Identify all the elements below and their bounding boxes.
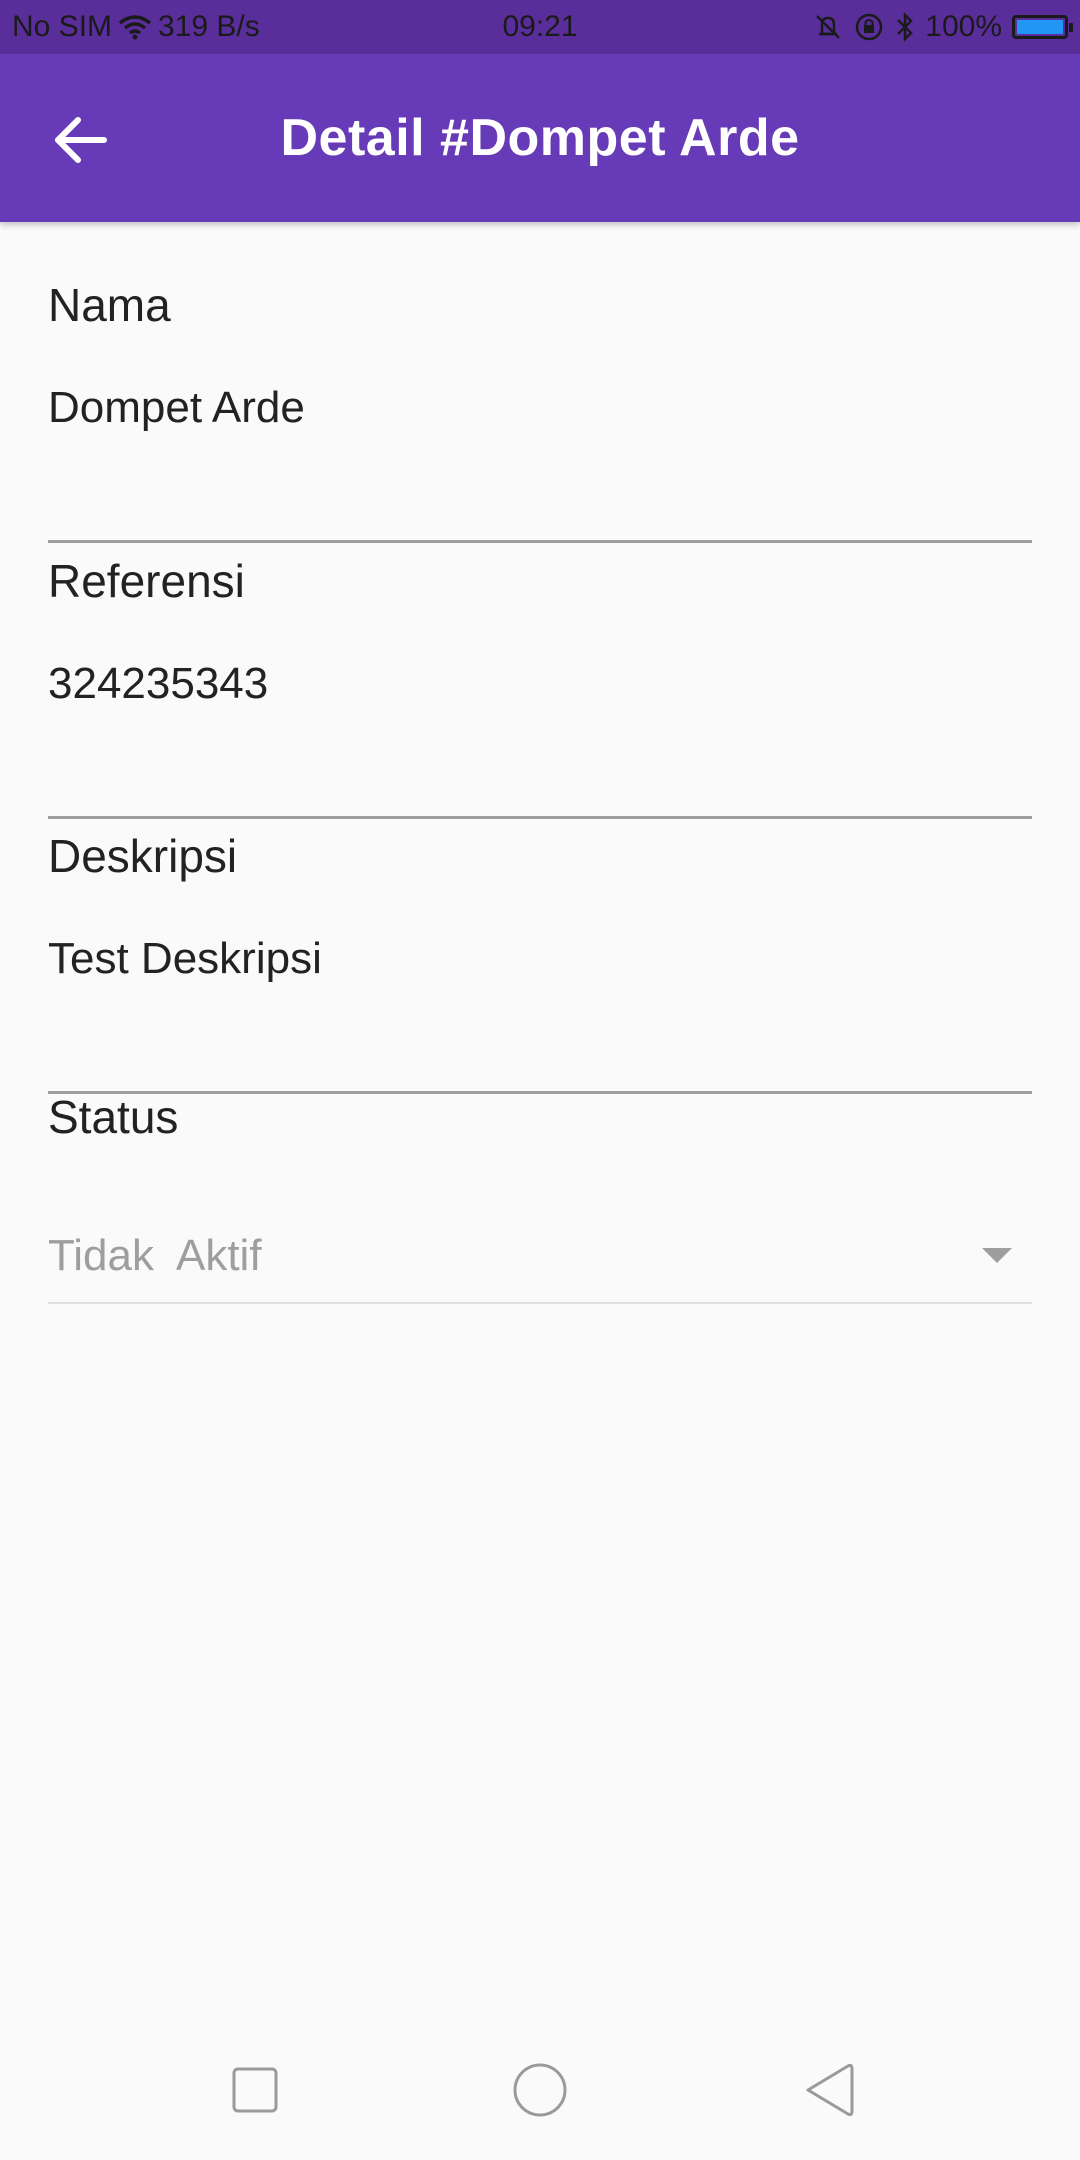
referensi-input[interactable]: 324235343 <box>48 662 268 706</box>
status-selected-value: Tidak Aktif <box>48 1231 262 1280</box>
home-button[interactable] <box>500 2050 580 2130</box>
deskripsi-label: Deskripsi <box>48 830 238 882</box>
back-triangle-icon <box>806 2063 854 2117</box>
status-underline <box>48 1302 1032 1304</box>
app-bar: Detail #Dompet Arde <box>0 54 1080 222</box>
battery-icon <box>1012 15 1073 39</box>
status-right: 100% <box>813 0 1073 54</box>
alarm-off-icon <box>813 12 843 42</box>
dropdown-arrow-icon <box>982 1248 1012 1263</box>
carrier-label: No SIM <box>12 10 113 43</box>
status-bar: No SIM 319 B/s 09:21 100% <box>0 0 1080 54</box>
deskripsi-underline <box>48 1091 1032 1094</box>
page-title: Detail #Dompet Arde <box>280 109 800 167</box>
nama-input[interactable]: Dompet Arde <box>48 386 305 430</box>
recent-apps-button[interactable] <box>215 2050 295 2130</box>
wifi-icon <box>118 14 152 40</box>
back-button[interactable] <box>50 110 110 170</box>
battery-percent: 100% <box>925 10 1002 43</box>
home-icon <box>513 2063 567 2117</box>
nama-label: Nama <box>48 279 171 331</box>
status-label: Status <box>48 1091 179 1143</box>
clock: 09:21 <box>502 10 578 43</box>
system-back-button[interactable] <box>790 2050 870 2130</box>
arrow-left-icon <box>55 117 107 163</box>
recent-apps-icon <box>232 2067 278 2113</box>
referensi-label: Referensi <box>48 555 245 607</box>
net-speed: 319 B/s <box>158 10 260 43</box>
rotation-lock-icon <box>853 11 885 43</box>
status-dropdown[interactable]: Tidak Aktif <box>48 1184 1032 1304</box>
referensi-underline <box>48 816 1032 819</box>
deskripsi-input[interactable]: Test Deskripsi <box>48 937 322 981</box>
system-nav-bar <box>0 2016 1080 2160</box>
nama-underline <box>48 540 1032 543</box>
status-left: No SIM 319 B/s <box>12 0 260 54</box>
bluetooth-icon <box>895 12 915 42</box>
